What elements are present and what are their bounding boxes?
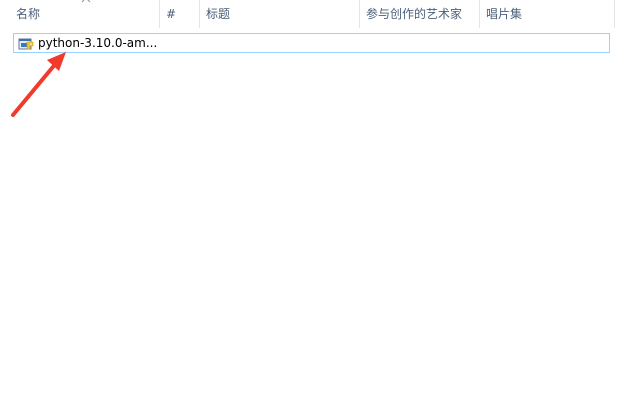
column-header-contributing-artists[interactable]: 参与创作的艺术家 (360, 0, 480, 28)
column-header-number-label: # (166, 7, 177, 21)
chevron-up-icon (81, 0, 91, 3)
column-header-title-label: 标题 (206, 7, 231, 21)
annotation-arrow (11, 52, 66, 117)
column-header-album-label: 唱片集 (486, 7, 523, 21)
file-row-selected[interactable]: python-3.10.0-am... (13, 33, 610, 53)
column-header-number[interactable]: # (160, 0, 200, 28)
column-header-album[interactable]: 唱片集 (480, 0, 615, 28)
column-divider[interactable] (614, 0, 615, 28)
column-header-contributing-artists-label: 参与创作的艺术家 (366, 7, 463, 21)
column-header-title[interactable]: 标题 (200, 0, 360, 28)
column-header-row: 名称 # 标题 参与创作的艺术家 唱片集 (0, 0, 630, 30)
